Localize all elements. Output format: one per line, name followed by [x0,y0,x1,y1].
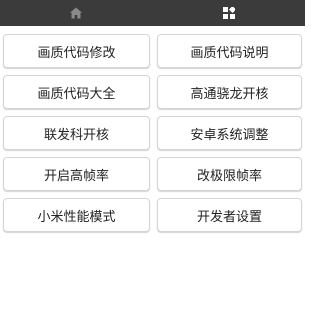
mediatek-unlock-cores-button[interactable]: 联发科开核 [3,116,150,150]
tab-bar [0,0,305,26]
tab-grid[interactable] [153,0,305,26]
quality-code-list-button[interactable]: 画质代码大全 [3,75,150,109]
quality-code-help-button[interactable]: 画质代码说明 [157,34,302,68]
xiaomi-performance-mode-button[interactable]: 小米性能模式 [3,198,150,232]
edit-quality-code-button[interactable]: 画质代码修改 [3,34,150,68]
extreme-fps-button[interactable]: 改极限帧率 [157,157,302,191]
home-icon [70,7,82,19]
android-system-tweak-button[interactable]: 安卓系统调整 [157,116,302,150]
tab-home[interactable] [0,0,152,26]
grid-icon [223,7,235,19]
enable-high-fps-button[interactable]: 开启高帧率 [3,157,150,191]
developer-settings-button[interactable]: 开发者设置 [157,198,302,232]
snapdragon-unlock-cores-button[interactable]: 高通骁龙开核 [157,75,302,109]
